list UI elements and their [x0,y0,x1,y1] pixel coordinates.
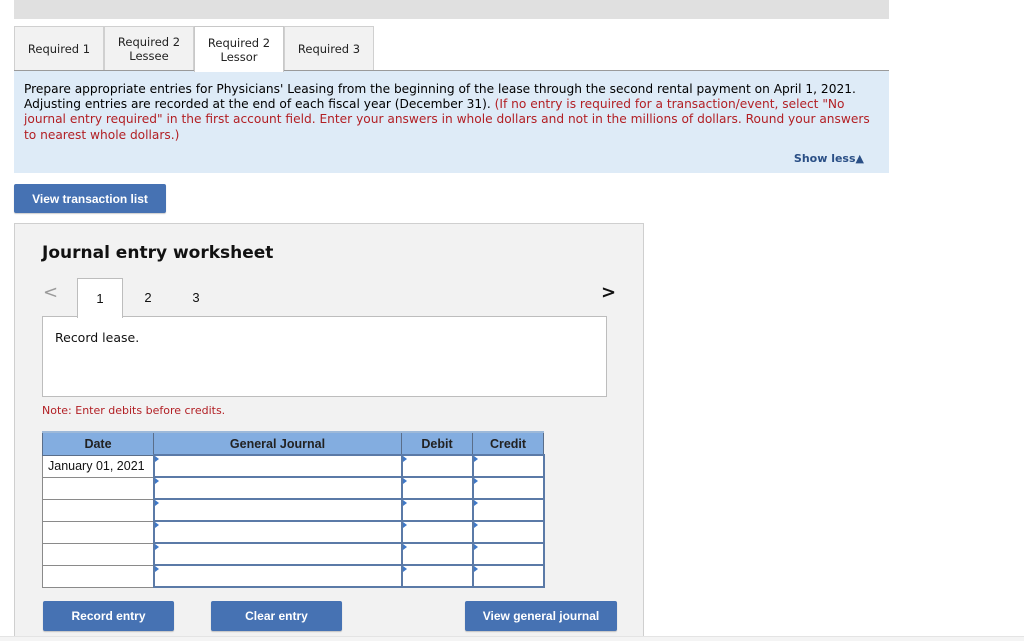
record-entry-button[interactable]: Record entry [43,601,174,631]
credit-input[interactable] [473,522,543,542]
debit-input[interactable] [402,456,472,476]
date-cell [42,542,154,566]
credit-cell[interactable] [471,520,545,544]
table-row [42,520,545,544]
show-less-link[interactable]: Show less▲ [794,151,864,166]
bottom-divider [0,636,1024,641]
date-cell: January 01, 2021 [42,454,154,478]
transaction-description: Record lease. [42,316,607,397]
account-cell[interactable] [152,520,403,544]
step-tab-3[interactable]: 3 [173,278,219,317]
credit-input[interactable] [473,500,543,520]
tab-required-1[interactable]: Required 1 [14,26,104,71]
journal-table: Date General Journal Debit Credit Januar… [42,431,545,588]
step-tab-1[interactable]: 1 [77,278,123,318]
credit-cell[interactable] [471,476,545,500]
credit-input[interactable] [473,456,543,476]
account-input[interactable] [154,566,401,586]
account-input[interactable] [154,478,401,498]
tab-label: Required 3 [297,42,361,56]
debit-cell[interactable] [400,476,474,500]
tab-label: Required 2 [207,35,271,50]
clear-entry-button[interactable]: Clear entry [211,601,342,631]
step-tab-2[interactable]: 2 [125,278,171,317]
date-cell [42,498,154,522]
account-cell[interactable] [152,564,403,588]
tab-required-2-lessee[interactable]: Required 2 Lessee [104,26,194,71]
tab-required-3[interactable]: Required 3 [284,26,374,71]
date-cell [42,476,154,500]
date-cell [42,564,154,588]
table-row [42,564,545,588]
debit-cell[interactable] [400,498,474,522]
debit-input[interactable] [402,566,472,586]
debit-input[interactable] [402,522,472,542]
tab-sublabel: Lessee [129,49,169,63]
top-bar [14,0,889,19]
column-header-debit: Debit [401,431,473,456]
credit-cell[interactable] [471,498,545,522]
tab-label: Required 2 [117,35,181,49]
account-cell[interactable] [152,476,403,500]
tab-sublabel: Lessor [220,49,258,64]
debits-credits-note: Note: Enter debits before credits. [42,404,226,417]
account-input[interactable] [154,522,401,542]
debit-input[interactable] [402,544,472,564]
view-general-journal-button[interactable]: View general journal [465,601,617,631]
journal-entry-worksheet: Journal entry worksheet < 1 2 3 > Record… [14,223,644,641]
column-header-credit: Credit [472,431,544,456]
credit-cell[interactable] [471,542,545,566]
triangle-up-icon: ▲ [855,152,864,165]
date-cell [42,520,154,544]
table-header-row: Date General Journal Debit Credit [42,431,544,456]
instructions-panel: Prepare appropriate entries for Physicia… [14,70,889,173]
column-header-date: Date [42,431,154,456]
account-input[interactable] [154,456,401,476]
debit-input[interactable] [402,478,472,498]
table-row [42,476,545,500]
credit-input[interactable] [473,478,543,498]
table-row [42,542,545,566]
debit-cell[interactable] [400,542,474,566]
account-cell[interactable] [152,454,403,478]
requirement-tabs: Required 1 Required 2 Lessee Required 2 Le… [14,26,374,72]
debit-cell[interactable] [400,454,474,478]
account-cell[interactable] [152,542,403,566]
chevron-left-icon[interactable]: < [43,282,58,303]
credit-cell[interactable] [471,564,545,588]
table-row: January 01, 2021 [42,454,545,478]
tab-label: Required 1 [27,42,91,56]
show-less-label: Show less [793,152,856,165]
debit-input[interactable] [402,500,472,520]
account-input[interactable] [154,500,401,520]
column-header-general-journal: General Journal [153,431,402,456]
debit-cell[interactable] [400,520,474,544]
tab-required-2-lessor[interactable]: Required 2 Lessor [194,26,284,72]
credit-cell[interactable] [471,454,545,478]
credit-input[interactable] [473,544,543,564]
account-cell[interactable] [152,498,403,522]
debit-cell[interactable] [400,564,474,588]
account-input[interactable] [154,544,401,564]
worksheet-title: Journal entry worksheet [42,243,274,263]
chevron-right-icon[interactable]: > [601,282,616,303]
credit-input[interactable] [473,566,543,586]
table-row [42,498,545,522]
view-transaction-list-button[interactable]: View transaction list [14,184,166,213]
